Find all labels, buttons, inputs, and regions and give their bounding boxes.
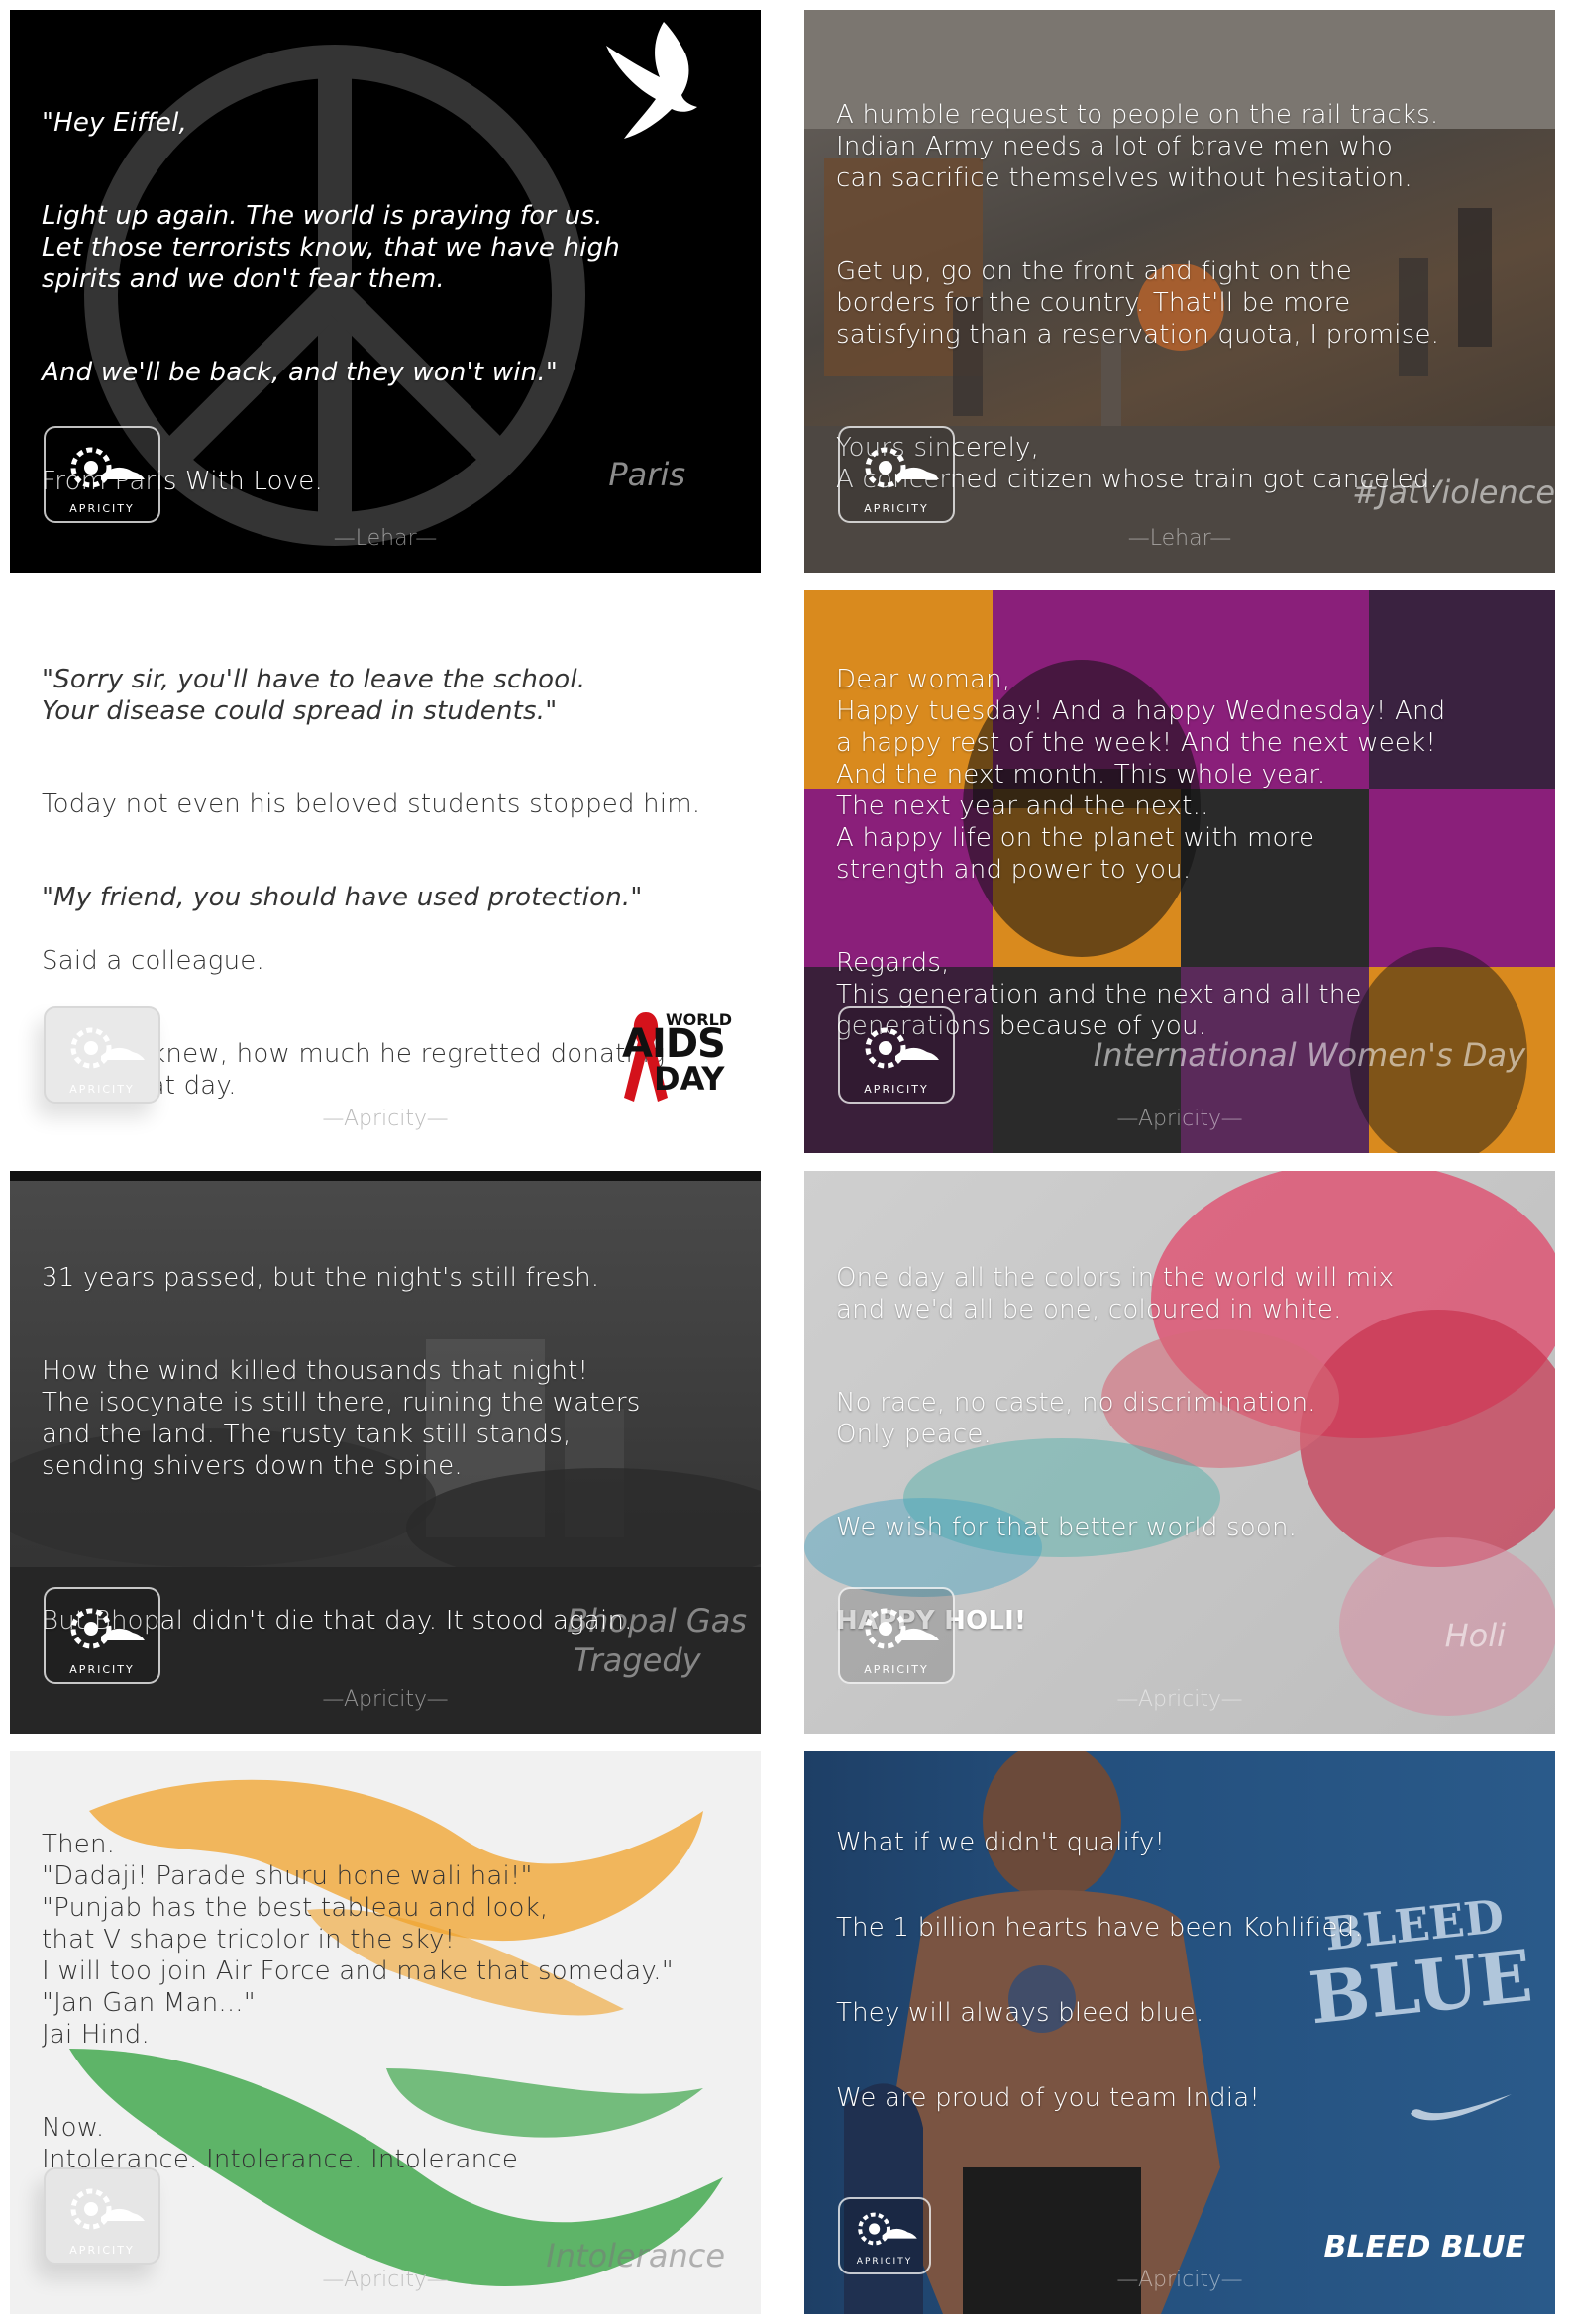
tag-womens-day: International Women's Day [1093, 1036, 1525, 1074]
apricity-logo-icon [70, 447, 145, 488]
card-holi: One day all the colors in the world will… [804, 1171, 1555, 1734]
apricity-logo-text: APRICITY [864, 1083, 929, 1096]
signature-apricity: —Apricity— [1116, 1687, 1243, 1712]
card-jat-violence: A humble request to people on the rail t… [804, 10, 1555, 573]
badge-day: DAY [654, 1060, 725, 1098]
apricity-logo-icon [70, 2188, 145, 2230]
paris-line-2: Light up again. The world is praying for… [42, 201, 620, 294]
tag-bhopal: Bhopal Gas Tragedy [567, 1601, 747, 1680]
signature-apricity: —Apricity— [1116, 1107, 1243, 1131]
women-para-1: Dear woman, Happy tuesday! And a happy W… [836, 665, 1446, 885]
card-bleed-blue: BLEED BLUE What if we didn't qualify! Th… [804, 1751, 1555, 2314]
card-bhopal-gas-tragedy: 31 years passed, but the night's still f… [10, 1171, 761, 1734]
holi-para-3: We wish for that better world soon. [836, 1513, 1298, 1542]
tag-bhopal-line-2: Tragedy [573, 1641, 701, 1679]
paris-line-3: And we'll be back, and they won't win." [42, 358, 558, 387]
apricity-logo-icon [865, 447, 939, 488]
badge-aids: AIDS [622, 1021, 726, 1067]
signature-apricity: —Apricity— [1116, 2268, 1243, 2292]
intolerance-para-1: Then. "Dadaji! Parade shuru hone wali ha… [42, 1830, 674, 2050]
aids-para-3: "My friend, you should have used protect… [42, 883, 643, 912]
apricity-logo-text: APRICITY [69, 1663, 135, 1676]
bleedblue-para-3: They will always bleed blue. [836, 1998, 1204, 2028]
tag-holi: Holi [1444, 1617, 1506, 1654]
apricity-logo-text: APRICITY [69, 2244, 135, 2257]
apricity-logo-text: APRICITY [69, 1083, 135, 1096]
bleedblue-message: What if we didn't qualify! The 1 billion… [836, 1795, 1516, 2175]
apricity-logo-text: APRICITY [864, 1663, 929, 1676]
world-aids-day-badge: WORLD AIDS DAY [616, 1006, 735, 1106]
intolerance-para-2: Now. Intolerance. Intolerance. Intoleran… [42, 2113, 519, 2174]
signature-apricity: —Apricity— [322, 1687, 449, 1712]
apricity-logo-icon [865, 1608, 939, 1649]
aids-para-2: Today not even his beloved students stop… [42, 790, 701, 819]
bhopal-para-1: 31 years passed, but the night's still f… [42, 1263, 600, 1293]
apricity-logo-text: APRICITY [864, 502, 929, 515]
holi-para-1: One day all the colors in the world will… [836, 1263, 1395, 1324]
apricity-logo: APRICITY [838, 1006, 955, 1104]
apricity-logo: APRICITY [44, 1006, 160, 1104]
card-world-aids-day: "Sorry sir, you'll have to leave the sch… [10, 590, 761, 1153]
card-paris: "Hey Eiffel, Light up again. The world i… [10, 10, 761, 573]
card-intolerance: Then. "Dadaji! Parade shuru hone wali ha… [10, 1751, 761, 2314]
apricity-logo-icon [70, 1027, 145, 1069]
apricity-logo-icon [865, 1027, 939, 1069]
tag-jat-violence: #JatViolence [1352, 474, 1555, 511]
bleedblue-para-2: The 1 billion hearts have been Kohlified… [836, 1913, 1363, 1943]
apricity-logo-text: APRICITY [856, 2257, 913, 2267]
apricity-logo-icon [858, 2212, 917, 2246]
paris-line-1: "Hey Eiffel, [42, 108, 187, 138]
holi-para-2: No race, no caste, no discrimination. On… [836, 1388, 1316, 1449]
bhopal-para-2: How the wind killed thousands that night… [42, 1356, 641, 1481]
tag-bleed-blue: BLEED BLUE [1323, 2230, 1525, 2265]
signature-lehar: —Lehar— [333, 526, 438, 551]
apricity-logo: APRICITY [838, 426, 955, 523]
bleedblue-para-1: What if we didn't qualify! [836, 1828, 1166, 1857]
aids-para-3b: Said a colleague. [42, 946, 264, 976]
jat-para-2: Get up, go on the front and fight on the… [836, 257, 1440, 350]
bleedblue-para-4: We are proud of you team India! [836, 2083, 1261, 2113]
apricity-logo: APRICITY [44, 426, 160, 523]
signature-apricity: —Apricity— [322, 2268, 449, 2292]
card-womens-day: Dear woman, Happy tuesday! And a happy W… [804, 590, 1555, 1153]
signature-apricity: —Apricity— [322, 1107, 449, 1131]
jat-para-1: A humble request to people on the rail t… [836, 100, 1439, 193]
aids-para-1: "Sorry sir, you'll have to leave the sch… [42, 665, 586, 726]
apricity-logo: APRICITY [838, 1587, 955, 1684]
apricity-logo-icon [70, 1608, 145, 1649]
tag-paris: Paris [608, 456, 685, 493]
apricity-logo: APRICITY [44, 2167, 160, 2265]
signature-lehar: —Lehar— [1127, 526, 1232, 551]
apricity-logo: APRICITY [838, 2197, 931, 2274]
apricity-logo-text: APRICITY [69, 502, 135, 515]
apricity-logo: APRICITY [44, 1587, 160, 1684]
tag-bhopal-line-1: Bhopal Gas [567, 1602, 747, 1639]
